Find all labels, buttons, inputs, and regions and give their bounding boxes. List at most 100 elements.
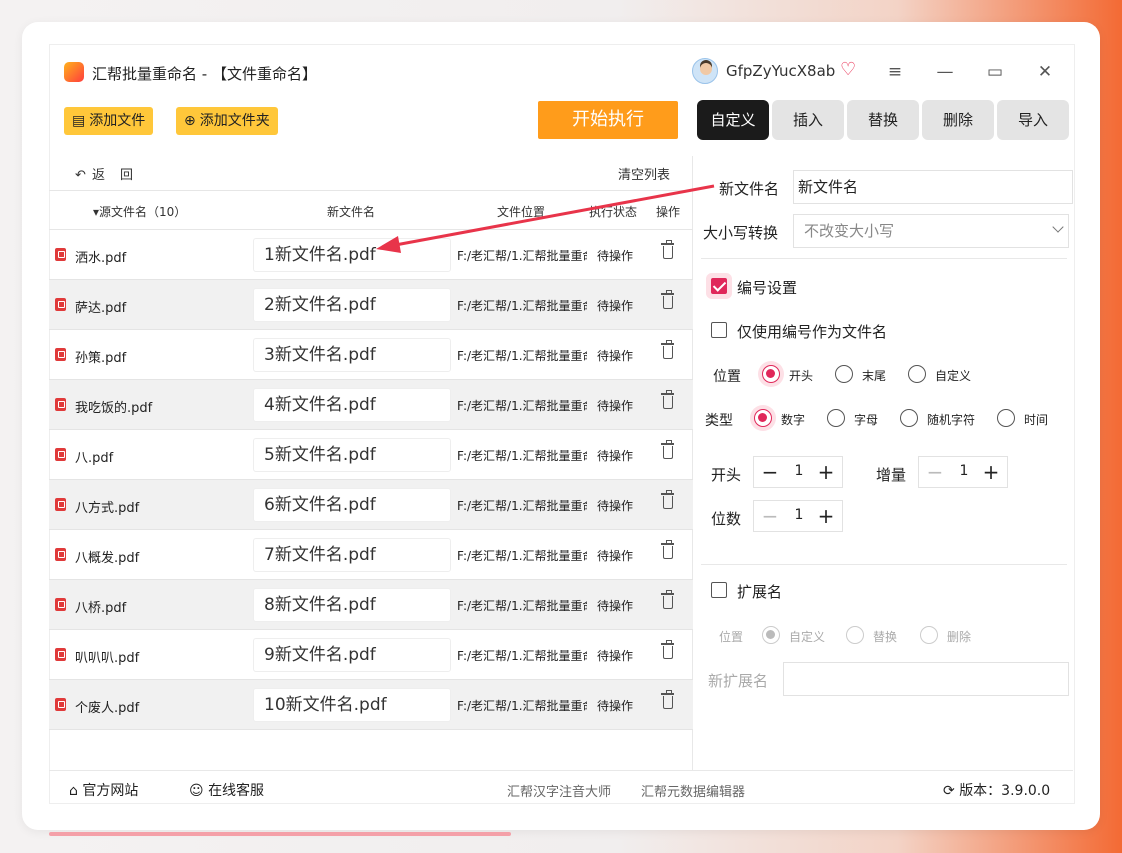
type-number-radio[interactable] xyxy=(754,409,772,427)
menu-icon[interactable]: ≡ xyxy=(880,58,910,86)
tab-import[interactable]: 导入 xyxy=(997,100,1069,140)
position-custom-radio[interactable] xyxy=(908,365,926,383)
minus-icon[interactable]: − xyxy=(760,505,780,527)
add-folder-button[interactable]: ⊕ 添加文件夹 xyxy=(176,107,278,135)
pdf-file-icon xyxy=(55,698,66,711)
new-name-input[interactable]: 新文件名 xyxy=(793,170,1073,204)
plus-icon[interactable]: + xyxy=(816,505,836,527)
digits-stepper[interactable]: − 1 + xyxy=(753,500,843,532)
version-info[interactable]: ⟳ 版本：3.9.0.0 xyxy=(943,780,1050,800)
new-filename-input[interactable]: 8新文件名.pdf xyxy=(253,588,451,622)
close-icon[interactable]: ✕ xyxy=(1030,58,1060,86)
maximize-icon[interactable]: ▭ xyxy=(980,58,1010,86)
new-filename-input[interactable]: 10新文件名.pdf xyxy=(253,688,451,722)
trash-icon[interactable] xyxy=(661,540,674,559)
new-filename-input[interactable]: 9新文件名.pdf xyxy=(253,638,451,672)
source-filename: 我吃饭的.pdf xyxy=(75,401,153,416)
type-time-label: 时间 xyxy=(1024,413,1049,427)
type-random-radio[interactable] xyxy=(900,409,918,427)
website-link[interactable]: ⌂ 官方网站 xyxy=(69,780,138,800)
pdf-file-icon xyxy=(55,298,66,311)
tab-custom[interactable]: 自定义 xyxy=(697,100,769,140)
table-row[interactable]: 我吃饭的.pdf 4新文件名.pdf F:/老汇帮/1.汇帮批量重命 待操作 xyxy=(49,380,693,430)
position-start-radio[interactable] xyxy=(762,365,780,383)
pdf-file-icon xyxy=(55,498,66,511)
table-row[interactable]: 萨达.pdf 2新文件名.pdf F:/老汇帮/1.汇帮批量重命 待操作 xyxy=(49,280,693,330)
numbering-checkbox[interactable] xyxy=(711,278,727,294)
minimize-icon[interactable]: — xyxy=(930,58,960,86)
support-link[interactable]: ☺ 在线客服 xyxy=(189,780,264,800)
plus-icon[interactable]: + xyxy=(981,461,1001,483)
footer-link-1[interactable]: 汇帮汉字注音大师 xyxy=(507,781,611,800)
type-letter-radio[interactable] xyxy=(827,409,845,427)
ext-custom-radio[interactable] xyxy=(762,626,780,644)
table-row[interactable]: 八桥.pdf 8新文件名.pdf F:/老汇帮/1.汇帮批量重命 待操作 xyxy=(49,580,693,630)
trash-icon[interactable] xyxy=(661,390,674,409)
type-time-radio[interactable] xyxy=(997,409,1015,427)
tab-insert[interactable]: 插入 xyxy=(772,100,844,140)
table-row[interactable]: 个废人.pdf 10新文件名.pdf F:/老汇帮/1.汇帮批量重命 待操作 xyxy=(49,680,693,730)
trash-icon[interactable] xyxy=(661,490,674,509)
trash-icon[interactable] xyxy=(661,590,674,609)
support-label: 在线客服 xyxy=(208,783,265,799)
new-filename-input[interactable]: 2新文件名.pdf xyxy=(253,288,451,322)
file-location: F:/老汇帮/1.汇帮批量重命 xyxy=(457,549,587,563)
only-number-checkbox[interactable] xyxy=(711,322,727,338)
new-ext-label: 新扩展名 xyxy=(708,672,769,690)
position-end-radio[interactable] xyxy=(835,365,853,383)
new-filename-input[interactable]: 3新文件名.pdf xyxy=(253,338,451,372)
ext-position-label: 位置 xyxy=(719,630,744,644)
table-row[interactable]: 八概发.pdf 7新文件名.pdf F:/老汇帮/1.汇帮批量重命 待操作 xyxy=(49,530,693,580)
trash-icon[interactable] xyxy=(661,690,674,709)
start-button[interactable]: 开始执行 xyxy=(538,101,678,139)
digits-label: 位数 xyxy=(711,510,742,528)
new-filename-input[interactable]: 6新文件名.pdf xyxy=(253,488,451,522)
plus-icon[interactable]: + xyxy=(816,461,836,483)
add-file-label: 添加文件 xyxy=(89,113,146,129)
trash-icon[interactable] xyxy=(661,340,674,359)
position-start-label: 开头 xyxy=(789,369,814,383)
new-filename-input[interactable]: 5新文件名.pdf xyxy=(253,438,451,472)
username[interactable]: GfpZyYucX8ab xyxy=(726,62,835,80)
divider xyxy=(701,564,1067,565)
tab-replace[interactable]: 替换 xyxy=(847,100,919,140)
pdf-file-icon xyxy=(55,448,66,461)
trash-icon[interactable] xyxy=(661,640,674,659)
table-row[interactable]: 孙策.pdf 3新文件名.pdf F:/老汇帮/1.汇帮批量重命 待操作 xyxy=(49,330,693,380)
new-ext-input[interactable] xyxy=(783,662,1069,696)
extension-checkbox[interactable] xyxy=(711,582,727,598)
annotation-arrow xyxy=(376,184,715,253)
increment-stepper[interactable]: − 1 + xyxy=(918,456,1008,488)
back-arrow-icon: ↶ xyxy=(75,168,93,183)
tab-delete[interactable]: 删除 xyxy=(922,100,994,140)
file-location: F:/老汇帮/1.汇帮批量重命 xyxy=(457,599,587,613)
app-logo-icon xyxy=(64,62,84,82)
version-label: 版本：3.9.0.0 xyxy=(959,783,1051,799)
case-select[interactable]: 不改变大小写 xyxy=(793,214,1069,248)
status-text: 待操作 xyxy=(597,449,634,463)
footer-link-2[interactable]: 汇帮元数据编辑器 xyxy=(641,781,745,800)
trash-icon[interactable] xyxy=(661,290,674,309)
pdf-file-icon xyxy=(55,648,66,661)
table-row[interactable]: 八方式.pdf 6新文件名.pdf F:/老汇帮/1.汇帮批量重命 待操作 xyxy=(49,480,693,530)
headset-icon: ☺ xyxy=(189,783,204,799)
ext-replace-label: 替换 xyxy=(873,630,898,644)
header-source[interactable]: ▾源文件名（10） xyxy=(93,203,186,220)
back-button[interactable]: ↶ 返 回 xyxy=(75,164,134,183)
status-text: 待操作 xyxy=(597,349,634,363)
avatar[interactable] xyxy=(692,58,718,84)
status-text: 待操作 xyxy=(597,549,634,563)
ext-replace-radio[interactable] xyxy=(846,626,864,644)
ext-delete-radio[interactable] xyxy=(920,626,938,644)
start-stepper[interactable]: − 1 + xyxy=(753,456,843,488)
new-filename-input[interactable]: 4新文件名.pdf xyxy=(253,388,451,422)
new-filename-input[interactable]: 7新文件名.pdf xyxy=(253,538,451,572)
file-location: F:/老汇帮/1.汇帮批量重命 xyxy=(457,399,587,413)
minus-icon[interactable]: − xyxy=(760,461,780,483)
trash-icon[interactable] xyxy=(661,440,674,459)
minus-icon[interactable]: − xyxy=(925,461,945,483)
add-file-button[interactable]: ▤ 添加文件 xyxy=(64,107,154,135)
status-text: 待操作 xyxy=(597,699,634,713)
table-row[interactable]: 八.pdf 5新文件名.pdf F:/老汇帮/1.汇帮批量重命 待操作 xyxy=(49,430,693,480)
table-row[interactable]: 叭叭叭.pdf 9新文件名.pdf F:/老汇帮/1.汇帮批量重命 待操作 xyxy=(49,630,693,680)
